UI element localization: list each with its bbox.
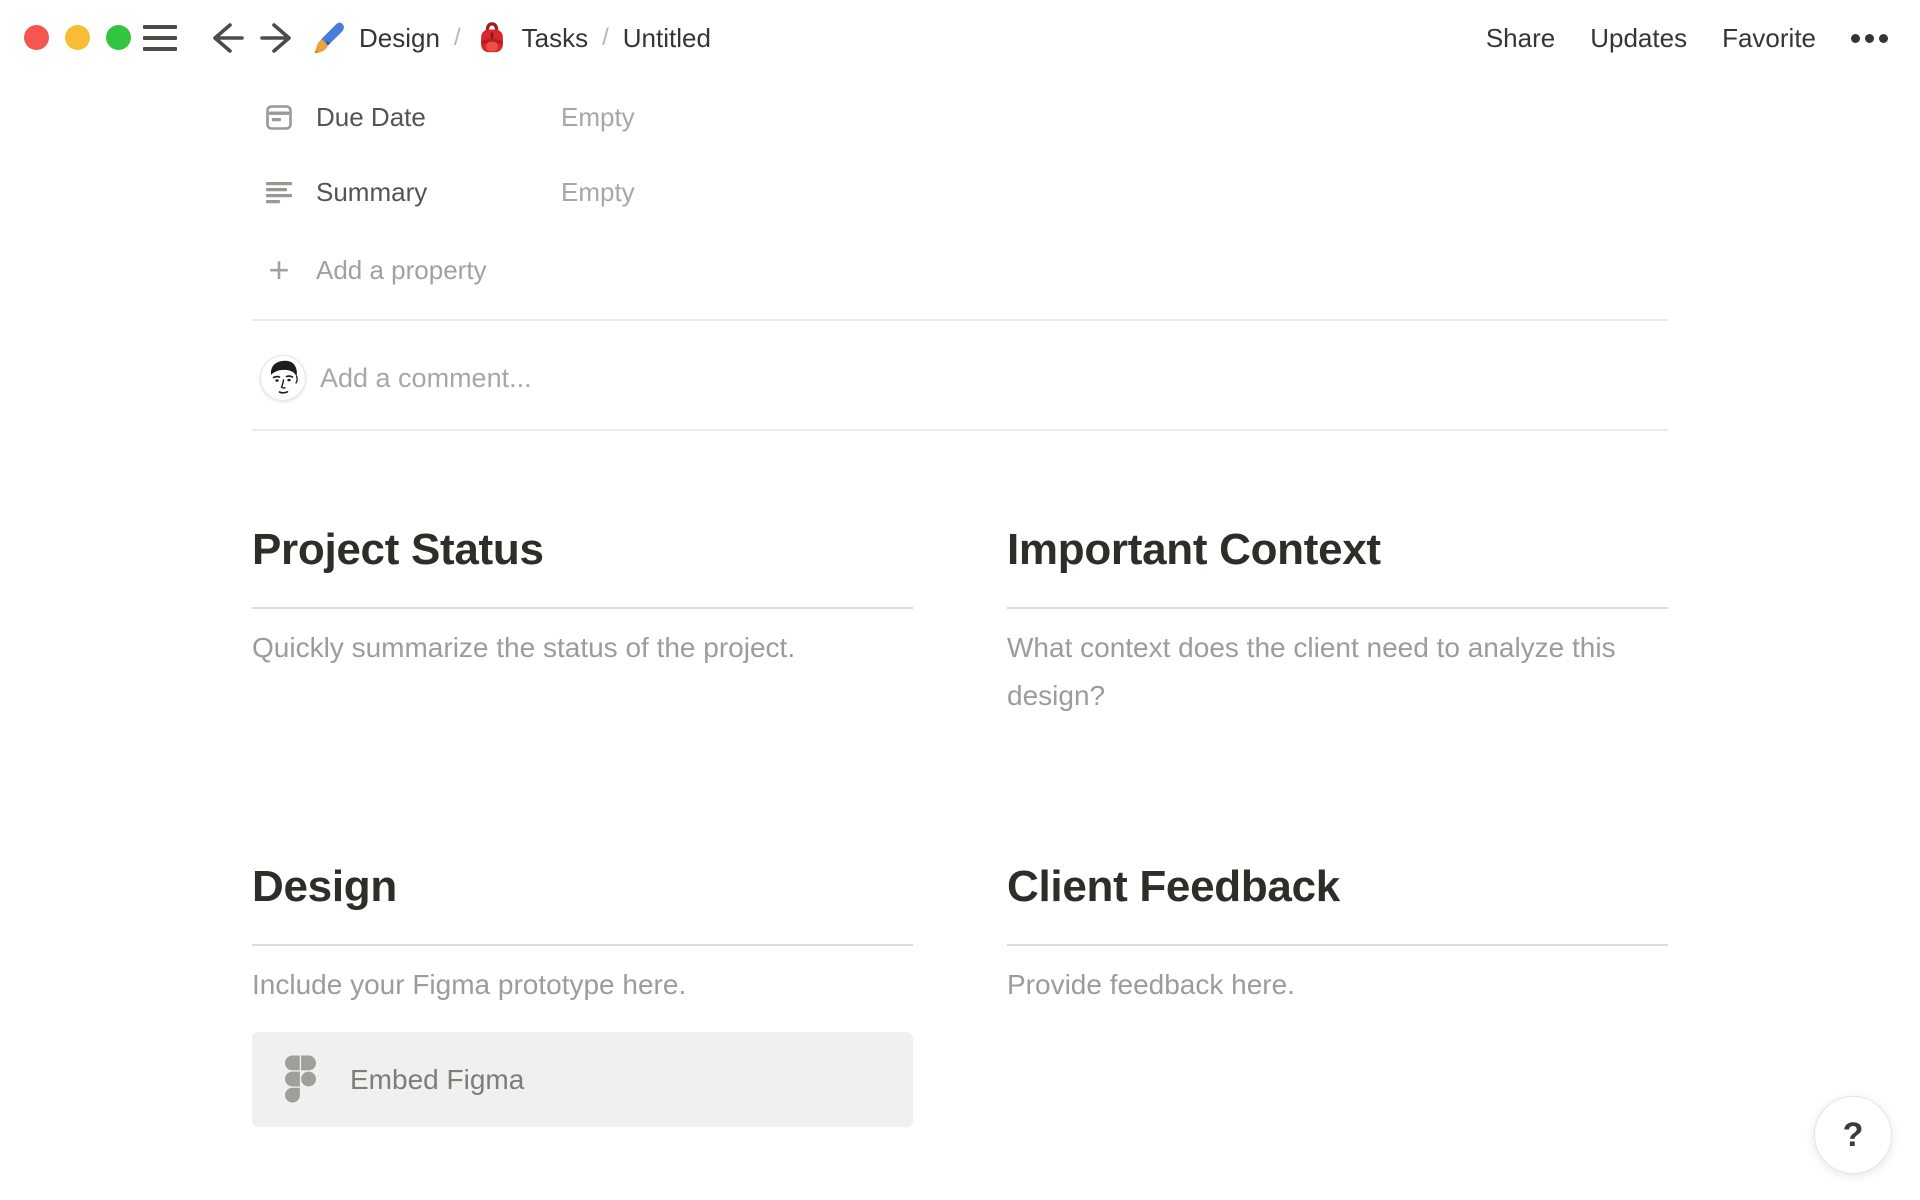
title-bar: Design / Tasks / Untitled Share Updates [0, 0, 1920, 76]
share-button[interactable]: Share [1486, 23, 1555, 54]
notion-window: Design / Tasks / Untitled Share Updates [0, 0, 1920, 1200]
property-label: Due Date [316, 101, 426, 132]
help-button[interactable]: ? [1814, 1096, 1892, 1174]
backpack-icon [480, 22, 503, 53]
figma-logo-icon [283, 1054, 318, 1104]
section-divider [1007, 607, 1668, 609]
breadcrumb-label: Untitled [622, 22, 711, 53]
section-title[interactable]: Client Feedback [1007, 861, 1668, 913]
breadcrumb-item-untitled[interactable]: Untitled [623, 23, 711, 54]
add-property-label: Add a property [316, 254, 487, 285]
embed-figma-label: Embed Figma [350, 1063, 525, 1095]
breadcrumb-separator: / [602, 24, 609, 51]
section-project-status: Project Status Quickly summarize the sta… [252, 524, 913, 672]
zoom-window-button[interactable] [106, 25, 131, 50]
topbar-actions: Share Updates Favorite [1486, 0, 1888, 76]
breadcrumb: Design / Tasks / Untitled [312, 0, 711, 76]
section-body-placeholder[interactable]: Provide feedback here. [1007, 961, 1668, 1009]
section-divider [252, 944, 913, 946]
section-client-feedback: Client Feedback Provide feedback here. [1007, 861, 1668, 1009]
add-property-button[interactable]: + Add a property [252, 249, 487, 290]
divider [252, 319, 1668, 321]
more-options-icon[interactable] [1851, 0, 1888, 76]
sidebar-menu-icon[interactable] [143, 25, 177, 51]
breadcrumb-item-tasks[interactable]: Tasks [475, 21, 588, 55]
section-body-placeholder[interactable]: Include your Figma prototype here. [252, 961, 913, 1009]
forward-arrow-icon[interactable] [258, 19, 298, 57]
property-row-due-date[interactable]: Due Date Empty [252, 97, 1252, 137]
calendar-icon [266, 105, 292, 130]
breadcrumb-label: Tasks [521, 22, 589, 53]
add-comment-row[interactable]: Add a comment... [252, 348, 532, 408]
breadcrumb-separator: / [453, 24, 461, 51]
updates-button[interactable]: Updates [1590, 23, 1687, 54]
divider [252, 429, 1668, 431]
close-window-button[interactable] [24, 25, 49, 50]
comment-placeholder: Add a comment... [320, 362, 532, 393]
breadcrumb-item-design[interactable]: Design [312, 21, 440, 55]
section-title[interactable]: Project Status [252, 524, 913, 576]
section-divider [252, 607, 913, 609]
section-title[interactable]: Important Context [1007, 524, 1668, 576]
embed-figma-button[interactable]: Embed Figma [252, 1032, 913, 1127]
plus-icon: + [268, 249, 290, 290]
macos-traffic-lights [24, 25, 131, 50]
section-body-placeholder[interactable]: What context does the client need to ana… [1007, 624, 1668, 720]
section-divider [1007, 944, 1668, 946]
favorite-button[interactable]: Favorite [1722, 23, 1816, 54]
property-row-summary[interactable]: Summary Empty [252, 172, 1252, 212]
property-value[interactable]: Empty [561, 102, 635, 133]
section-body-placeholder[interactable]: Quickly summarize the status of the proj… [252, 624, 913, 672]
user-avatar [260, 355, 306, 401]
question-mark-glyph: ? [1842, 1115, 1864, 1154]
breadcrumb-label: Design [359, 22, 440, 53]
property-value[interactable]: Empty [561, 177, 635, 208]
section-important-context: Important Context What context does the … [1007, 524, 1668, 720]
text-summary-icon [266, 182, 292, 204]
property-label: Summary [316, 176, 428, 207]
paintbrush-icon [314, 22, 344, 54]
section-title[interactable]: Design [252, 861, 913, 913]
back-arrow-icon[interactable] [206, 19, 246, 57]
minimize-window-button[interactable] [65, 25, 90, 50]
section-design: Design Include your Figma prototype here… [252, 861, 913, 1009]
